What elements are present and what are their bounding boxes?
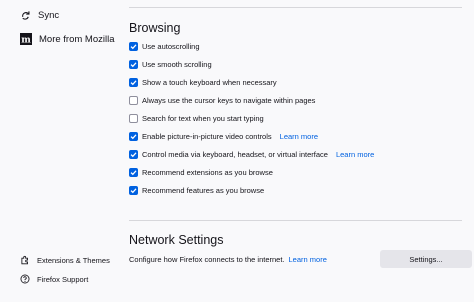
sidebar: Sync m More from Mozilla Extensions & Th…: [0, 0, 118, 302]
svg-text:m: m: [21, 36, 31, 46]
checkbox-label: Search for text when you start typing: [142, 114, 264, 123]
mozilla-m-icon: m: [20, 33, 32, 45]
browsing-option-row[interactable]: Use autoscrolling: [129, 42, 200, 51]
sync-icon: [20, 10, 31, 21]
checkbox-label: Use smooth scrolling: [142, 60, 212, 69]
browsing-option-row[interactable]: Search for text when you start typing: [129, 114, 264, 123]
browsing-option-row[interactable]: Recommend extensions as you browse: [129, 168, 273, 177]
checkbox-label: Use autoscrolling: [142, 42, 200, 51]
browsing-option-row[interactable]: Always use the cursor keys to navigate w…: [129, 96, 315, 105]
checkbox[interactable]: [129, 132, 138, 141]
sidebar-item-more-from-mozilla[interactable]: m More from Mozilla: [20, 33, 115, 45]
checkbox-label: Show a touch keyboard when necessary: [142, 78, 277, 87]
sidebar-item-label: Firefox Support: [37, 274, 89, 284]
checkbox[interactable]: [129, 60, 138, 69]
network-settings-title: Network Settings: [129, 233, 224, 247]
learn-more-link[interactable]: Learn more: [336, 150, 374, 159]
network-learn-more-link[interactable]: Learn more: [289, 255, 327, 264]
checkbox[interactable]: [129, 42, 138, 51]
network-settings-button[interactable]: Settings...: [380, 250, 472, 268]
puzzle-piece-icon: [20, 255, 30, 265]
learn-more-link[interactable]: Learn more: [280, 132, 318, 141]
sidebar-item-label: Extensions & Themes: [37, 255, 110, 265]
checkbox-label: Control media via keyboard, headset, or …: [142, 150, 328, 159]
checkmark-icon: [130, 134, 137, 140]
browsing-section-title: Browsing: [129, 21, 181, 35]
checkbox-label: Recommend extensions as you browse: [142, 168, 273, 177]
checkmark-icon: [130, 80, 137, 86]
checkbox-label: Recommend features as you browse: [142, 186, 265, 195]
checkbox-label: Always use the cursor keys to navigate w…: [142, 96, 316, 105]
checkmark-icon: [130, 152, 137, 158]
section-divider: [129, 220, 462, 221]
checkbox-label: Enable picture-in-picture video controls: [142, 132, 272, 141]
checkbox[interactable]: [129, 96, 138, 105]
network-description: Configure how Firefox connects to the in…: [129, 255, 327, 264]
checkbox[interactable]: [129, 150, 138, 159]
checkmark-icon: [130, 170, 137, 176]
sidebar-item-firefox-support[interactable]: Firefox Support: [20, 274, 88, 284]
checkbox[interactable]: [129, 168, 138, 177]
browsing-option-row[interactable]: Show a touch keyboard when necessary: [129, 78, 277, 87]
checkbox[interactable]: [129, 186, 138, 195]
checkmark-icon: [130, 44, 137, 50]
checkbox[interactable]: [129, 114, 138, 123]
browsing-option-row[interactable]: Recommend features as you browse: [129, 186, 264, 195]
browsing-option-row[interactable]: Control media via keyboard, headset, or …: [129, 150, 374, 159]
sidebar-item-sync[interactable]: Sync: [20, 10, 59, 21]
help-question-icon: [20, 274, 30, 284]
sidebar-item-label: More from Mozilla: [39, 33, 115, 45]
network-description-text: Configure how Firefox connects to the in…: [129, 255, 285, 264]
sidebar-item-label: Sync: [38, 10, 60, 21]
checkmark-icon: [130, 62, 137, 68]
section-divider: [129, 7, 462, 8]
checkbox[interactable]: [129, 78, 138, 87]
sidebar-item-extensions-themes[interactable]: Extensions & Themes: [20, 255, 110, 265]
browsing-option-row[interactable]: Enable picture-in-picture video controls…: [129, 132, 318, 141]
checkmark-icon: [130, 188, 137, 194]
settings-main: Browsing Use autoscrolling Use smooth scr…: [118, 0, 474, 302]
browsing-option-row[interactable]: Use smooth scrolling: [129, 60, 212, 69]
